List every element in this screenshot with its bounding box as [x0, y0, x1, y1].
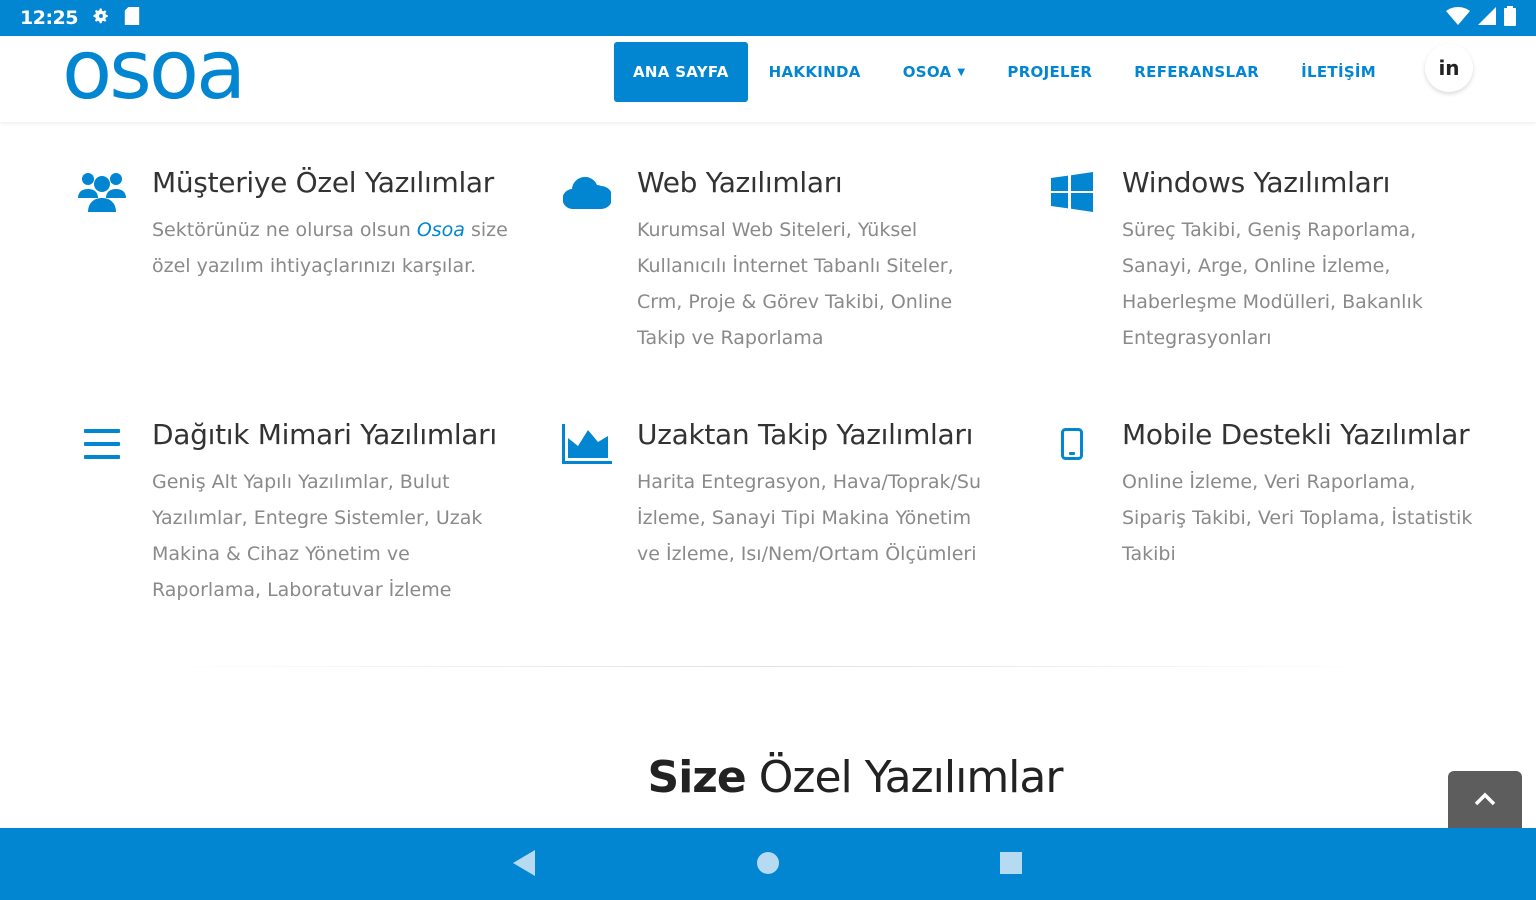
battery-icon: [1504, 6, 1516, 30]
feature-title: Mobile Destekli Yazılımlar: [1122, 418, 1470, 451]
signal-icon: [1478, 7, 1496, 29]
scroll-to-top-button[interactable]: [1448, 771, 1522, 828]
brand-name: Osoa: [416, 219, 465, 241]
site-logo[interactable]: osoa: [62, 36, 246, 112]
windows-icon: [1046, 166, 1098, 218]
back-icon: [513, 850, 537, 880]
sd-card-icon: [124, 6, 140, 30]
feature-title: Dağıtık Mimari Yazılımları: [152, 418, 497, 451]
nav-item-iletisim[interactable]: İLETİŞİM: [1280, 42, 1397, 102]
site-navbar: osoa ANA SAYFA HAKKINDA OSOA ▼ PROJELER …: [0, 36, 1536, 122]
feature-title: Müşteriye Özel Yazılımlar: [152, 166, 494, 199]
feature-description: Geniş Alt Yapılı Yazılımlar, Bulut Yazıl…: [152, 471, 483, 601]
status-bar: 12:25: [0, 0, 1536, 36]
main-nav: ANA SAYFA HAKKINDA OSOA ▼ PROJELER REFER…: [614, 42, 1397, 102]
section-divider: [160, 666, 1376, 667]
nav-item-ana-sayfa[interactable]: ANA SAYFA: [614, 42, 748, 102]
nav-item-osoa[interactable]: OSOA ▼: [882, 42, 987, 102]
recents-icon: [999, 851, 1023, 879]
chevron-up-icon: [1474, 791, 1496, 810]
caret-down-icon: ▼: [957, 66, 966, 78]
section-title: Size Özel Yazılımlar: [647, 752, 1064, 803]
back-button[interactable]: [510, 850, 540, 880]
feature-description: Kurumsal Web Siteleri, Yüksel Kullanıcıl…: [637, 219, 954, 349]
linkedin-icon: in: [1438, 56, 1460, 80]
web-page: osoa ANA SAYFA HAKKINDA OSOA ▼ PROJELER …: [0, 36, 1536, 828]
nav-item-hakkinda[interactable]: HAKKINDA: [748, 42, 882, 102]
feature-title: Windows Yazılımları: [1122, 166, 1391, 199]
status-time: 12:25: [20, 7, 78, 29]
wifi-icon: [1446, 7, 1470, 29]
mobile-icon: [1046, 418, 1098, 470]
area-chart-icon: [561, 418, 613, 470]
home-button[interactable]: [753, 850, 783, 880]
feature-title: Uzaktan Takip Yazılımları: [637, 418, 974, 451]
recents-button[interactable]: [996, 850, 1026, 880]
nav-item-referanslar[interactable]: REFERANSLAR: [1113, 42, 1280, 102]
nav-item-projeler[interactable]: PROJELER: [986, 42, 1113, 102]
linkedin-button[interactable]: in: [1425, 44, 1473, 92]
feature-description: Harita Entegrasyon, Hava/Toprak/Su İzlem…: [637, 471, 981, 565]
feature-description: Süreç Takibi, Geniş Raporlama, Sanayi, A…: [1122, 219, 1423, 349]
cloud-icon: [561, 166, 613, 218]
gear-icon: [92, 7, 110, 30]
feature-description: Sektörünüz ne olursa olsun Osoa size öze…: [152, 219, 508, 277]
menu-lines-icon: [76, 418, 128, 470]
android-nav-bar: [0, 828, 1536, 900]
feature-title: Web Yazılımları: [637, 166, 843, 199]
home-icon: [756, 851, 780, 879]
feature-description: Online İzleme, Veri Raporlama, Sipariş T…: [1122, 471, 1473, 565]
users-icon: [76, 166, 128, 218]
